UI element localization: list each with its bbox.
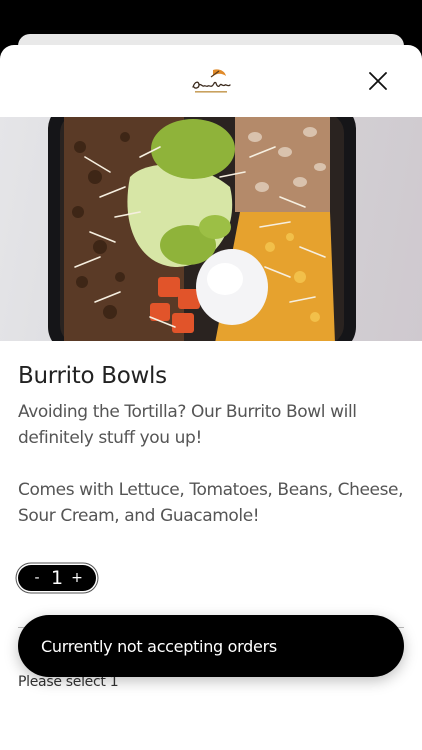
- quantity-stepper: - 1 +: [18, 565, 96, 591]
- item-content: Burrito Bowls Avoiding the Tortilla? Our…: [0, 341, 422, 628]
- increment-button[interactable]: +: [70, 570, 84, 586]
- not-accepting-orders-toast: Currently not accepting orders: [18, 615, 404, 677]
- item-description-line: Comes with Lettuce, Tomatoes, Beans, Che…: [18, 480, 404, 526]
- close-button[interactable]: [368, 71, 388, 91]
- toast-message: Currently not accepting orders: [41, 636, 277, 656]
- close-icon: [369, 72, 387, 90]
- item-description: Avoiding the Tortilla? Our Burrito Bowl …: [18, 399, 404, 529]
- sheet-header: [0, 45, 422, 117]
- item-description-line: Avoiding the Tortilla? Our Burrito Bowl …: [18, 402, 357, 448]
- item-photo: [0, 117, 422, 341]
- decrement-button[interactable]: -: [30, 570, 44, 586]
- item-title: Burrito Bowls: [18, 363, 167, 389]
- quantity-value: 1: [50, 567, 64, 589]
- brand-logo: [189, 67, 233, 97]
